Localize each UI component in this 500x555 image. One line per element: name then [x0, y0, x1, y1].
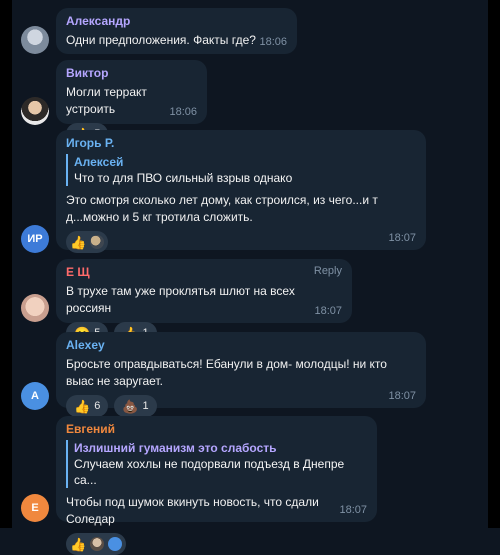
message-bubble[interactable]: Е Щ Reply В трухе там уже проклятья шлют…: [56, 259, 352, 344]
avatar[interactable]: ИР: [21, 225, 49, 253]
reactor-avatar: [108, 537, 123, 551]
quote-author: Излишний гуманизм это слабость: [74, 441, 277, 455]
reply-quote[interactable]: Алексей Что то для ПВО сильный взрыв одн…: [66, 154, 416, 186]
reactions-bar: 👍: [66, 533, 367, 555]
reaction-thumbs-up[interactable]: 👍: [66, 231, 109, 253]
message-bubble[interactable]: Евгений Излишний гуманизм это слабость С…: [56, 416, 377, 555]
sender-name[interactable]: Игорь Р.: [66, 136, 416, 150]
message-bubble[interactable]: Виктор Могли терракт устроить 👍 5 18:06: [56, 60, 207, 145]
thumbs-up-icon: 👍: [70, 536, 87, 552]
window-edge-left: [0, 0, 12, 528]
reaction-count: 1: [142, 400, 149, 412]
reaction-count: 6: [94, 400, 101, 412]
message-text: Одни предположения. Факты где?: [66, 33, 256, 47]
sender-name[interactable]: Виктор: [66, 66, 197, 80]
reactor-avatar: [90, 235, 105, 249]
message-time: 18:07: [314, 305, 342, 317]
reactor-avatar: [90, 537, 105, 551]
reaction-thumbs-up[interactable]: 👍: [66, 533, 127, 555]
quote-text: Случаем хохлы не подорвали подъезд в Дне…: [74, 457, 345, 487]
thumbs-up-icon: 👍: [74, 398, 91, 414]
message-bubble[interactable]: Alexey Бросьте оправдываться! Ебанули в …: [56, 332, 426, 417]
message-time: 18:07: [388, 232, 416, 244]
reaction-poop[interactable]: 💩 1: [114, 395, 157, 417]
reactions-bar: 👍: [66, 231, 416, 253]
quote-author: Алексей: [74, 155, 124, 169]
message-time: 18:06: [169, 106, 197, 118]
avatar[interactable]: [21, 26, 49, 54]
avatar[interactable]: E: [21, 494, 49, 522]
message-time: 18:06: [259, 36, 287, 48]
reaction-thumbs-up[interactable]: 👍 6: [66, 395, 109, 417]
avatar[interactable]: [21, 97, 49, 125]
sender-name[interactable]: Alexey: [66, 338, 416, 352]
message-text: В трухе там уже проклятья шлют на всех р…: [66, 284, 299, 315]
message-bubble[interactable]: Александр Одни предположения. Факты где?…: [56, 8, 297, 54]
message-time: 18:07: [339, 504, 367, 516]
message-text: Чтобы под шумок вкинуть новость, что сда…: [66, 495, 323, 526]
poop-icon: 💩: [122, 398, 139, 414]
thumbs-up-icon: 👍: [70, 234, 87, 250]
sender-name[interactable]: Евгений: [66, 422, 367, 436]
reply-quote[interactable]: Излишний гуманизм это слабость Случаем х…: [66, 440, 367, 488]
avatar[interactable]: [21, 294, 49, 322]
avatar[interactable]: A: [21, 382, 49, 410]
message-text: Бросьте оправдываться! Ебанули в дом- мо…: [66, 357, 391, 388]
chat-history[interactable]: Александр Одни предположения. Факты где?…: [12, 0, 488, 555]
message-time: 18:07: [388, 390, 416, 402]
quote-text: Что то для ПВО сильный взрыв однако: [74, 171, 293, 185]
reply-button[interactable]: Reply: [314, 265, 342, 277]
sender-name[interactable]: Е Щ: [66, 265, 342, 279]
window-edge-right: [488, 0, 500, 528]
message-bubble[interactable]: Игорь Р. Алексей Что то для ПВО сильный …: [56, 130, 426, 253]
reactions-bar: 👍 6 💩 1: [66, 395, 416, 417]
sender-name[interactable]: Александр: [66, 14, 287, 28]
message-text: Это смотря сколько лет дому, как строилс…: [66, 193, 382, 224]
